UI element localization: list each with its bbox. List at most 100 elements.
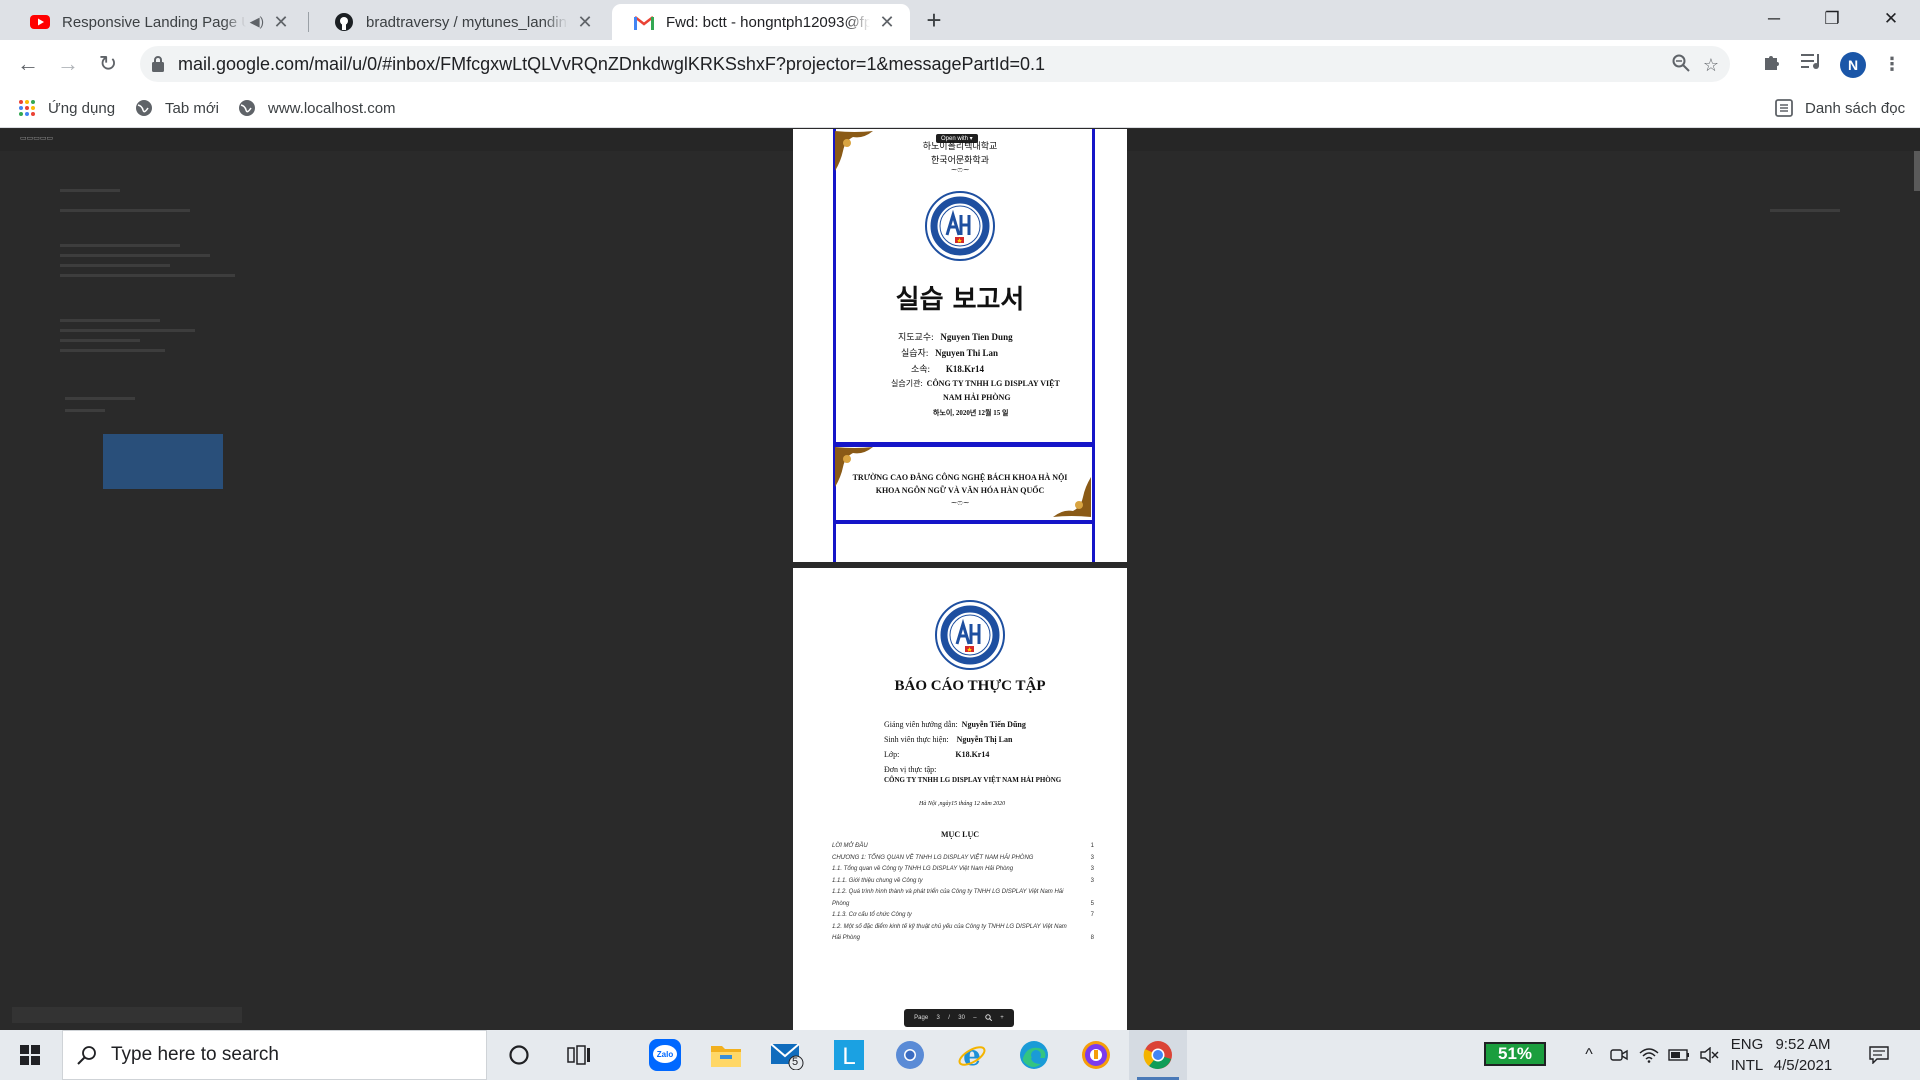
battery-percentage[interactable]: 51% bbox=[1484, 1042, 1546, 1066]
field-student: Sinh viên thực hiện: Nguyễn Thị Lan bbox=[884, 735, 1013, 744]
toc-entry: Phòng 5 bbox=[832, 901, 1094, 907]
report-date-vietnamese: Hà Nội ,ngày15 tháng 12 năm 2020 bbox=[919, 801, 1006, 807]
zoom-in-button[interactable]: + bbox=[1000, 1015, 1004, 1021]
input-language-indicator[interactable]: ENG INTL bbox=[1727, 1034, 1767, 1076]
close-tab-icon[interactable]: ✕ bbox=[576, 12, 594, 33]
page-navigator: Page 3 / 30 – + bbox=[904, 1009, 1014, 1027]
close-tab-icon[interactable]: ✕ bbox=[878, 12, 896, 33]
tab-youtube[interactable]: Responsive Landing Page Us ◀) ✕ bbox=[8, 4, 304, 40]
volume-muted-icon[interactable] bbox=[1696, 1030, 1722, 1080]
profile-avatar[interactable]: N bbox=[1840, 52, 1866, 78]
bookmark-apps[interactable]: Ứng dụng bbox=[18, 88, 115, 128]
dimmed-text-line bbox=[1770, 209, 1840, 212]
close-window-button[interactable]: ✕ bbox=[1862, 0, 1920, 40]
task-view-icon[interactable] bbox=[550, 1030, 608, 1080]
footer-school: TRƯỜNG CAO ĐẲNG CÔNG NGHỆ BÁCH KHOA HÀ N… bbox=[852, 473, 1068, 482]
extensions-icon[interactable] bbox=[1760, 52, 1784, 76]
internet-explorer-icon[interactable]: e bbox=[943, 1030, 1001, 1080]
toc-entry-text: 1.1.3. Cơ cấu tổ chức Công ty bbox=[832, 912, 912, 918]
file-explorer-icon[interactable] bbox=[697, 1030, 755, 1080]
toc-entry: 1.2. Một số đặc điểm kinh tế kỹ thuật ch… bbox=[832, 924, 1094, 930]
wifi-icon[interactable] bbox=[1636, 1030, 1662, 1080]
bookmark-localhost[interactable]: www.localhost.com bbox=[238, 88, 396, 128]
field-class: 소속: K18.Kr14 bbox=[911, 364, 985, 374]
mail-badge: 5 bbox=[792, 1056, 799, 1068]
new-tab-button[interactable]: + bbox=[920, 6, 948, 34]
close-tab-icon[interactable]: ✕ bbox=[272, 12, 290, 33]
show-hidden-icons-chevron[interactable]: ^ bbox=[1576, 1030, 1602, 1080]
restore-button[interactable]: ❐ bbox=[1803, 0, 1861, 40]
vpn-app-icon[interactable] bbox=[1067, 1030, 1125, 1080]
toc-entry-page: 3 bbox=[1090, 854, 1094, 861]
zoom-icon[interactable] bbox=[1670, 54, 1692, 76]
bookmarks-bar: Ứng dụng Tab mới www.localhost.com Danh … bbox=[0, 88, 1920, 128]
toc-entry-text: 1.1. Tổng quan về Công ty TNHH LG DISPLA… bbox=[832, 866, 1014, 872]
ornament-text: ~ෆ~ bbox=[950, 165, 970, 174]
page-current-input[interactable]: 3 bbox=[937, 1015, 940, 1021]
globe-icon bbox=[238, 99, 256, 117]
zoom-out-button[interactable]: – bbox=[973, 1015, 976, 1021]
zoom-icon[interactable] bbox=[985, 1013, 993, 1023]
college-logo bbox=[935, 600, 1005, 670]
system-clock[interactable]: 9:52 AM 4/5/2021 bbox=[1763, 1034, 1843, 1076]
footer-ornament: ~ෆ~ bbox=[950, 498, 970, 507]
field-class: Lớp: K18.Kr14 bbox=[884, 750, 990, 759]
minimize-button[interactable]: ─ bbox=[1745, 0, 1803, 40]
bookmark-newtab[interactable]: Tab mới bbox=[135, 88, 219, 128]
meet-now-icon[interactable] bbox=[1606, 1030, 1632, 1080]
l-app-icon[interactable]: L bbox=[820, 1030, 878, 1080]
reading-list-button[interactable]: Danh sách đọc bbox=[1775, 88, 1905, 128]
toc-entry-text: Hải Phòng bbox=[832, 935, 861, 941]
dimmed-text-line bbox=[60, 319, 160, 322]
tab-title: Responsive Landing Page Us bbox=[62, 13, 246, 31]
edge-browser-icon[interactable] bbox=[1005, 1030, 1063, 1080]
toc-entry-page: 7 bbox=[1090, 912, 1094, 918]
tab-separator bbox=[308, 12, 309, 32]
toc-entry-page: 3 bbox=[1090, 877, 1094, 884]
media-control-icon[interactable] bbox=[1800, 52, 1824, 76]
college-logo bbox=[925, 191, 995, 261]
search-placeholder: Type here to search bbox=[111, 1044, 279, 1065]
lang-secondary: INTL bbox=[1730, 1057, 1764, 1074]
back-button[interactable]: ← bbox=[12, 48, 44, 80]
browser-toolbar: ← → ↻ mail.google.com/mail/u/0/#inbox/FM… bbox=[0, 40, 1920, 88]
dimmed-text-line bbox=[60, 349, 165, 352]
notifications-icon[interactable] bbox=[1864, 1030, 1894, 1080]
reload-button[interactable]: ↻ bbox=[92, 48, 124, 80]
start-button[interactable] bbox=[0, 1030, 60, 1080]
dimmed-text-line bbox=[65, 397, 135, 400]
windows-taskbar: Type here to search Zalo 5 L e 51% ^ ENG… bbox=[0, 1030, 1920, 1080]
toc-entry: 1.1.3. Cơ cấu tổ chức Công ty 7 bbox=[832, 912, 1094, 918]
dimmed-text-line bbox=[60, 254, 210, 257]
address-bar[interactable]: mail.google.com/mail/u/0/#inbox/FMfcgxwL… bbox=[140, 46, 1730, 82]
field-company-cont: NAM HẢI PHÒNG bbox=[943, 393, 1011, 402]
zalo-app-icon[interactable]: Zalo bbox=[636, 1030, 694, 1080]
dimmed-text-line bbox=[60, 189, 120, 192]
cortana-icon[interactable] bbox=[490, 1030, 548, 1080]
toc-entry-page: 3 bbox=[1090, 866, 1094, 872]
dimmed-text-line bbox=[60, 209, 190, 212]
url-text[interactable]: mail.google.com/mail/u/0/#inbox/FMfcgxwL… bbox=[178, 46, 1045, 82]
chrome-browser-icon[interactable] bbox=[1129, 1030, 1187, 1080]
taskbar-search[interactable]: Type here to search bbox=[62, 1030, 487, 1080]
lock-icon[interactable] bbox=[152, 56, 164, 77]
chrome-alt-icon[interactable] bbox=[881, 1030, 939, 1080]
menu-kebab-icon[interactable]: ⋮ bbox=[1880, 52, 1904, 76]
bookmark-label: Danh sách đọc bbox=[1805, 99, 1906, 117]
scrollbar-thumb[interactable] bbox=[1914, 151, 1920, 191]
dimmed-text-line bbox=[12, 1007, 242, 1023]
bookmark-star-icon[interactable]: ☆ bbox=[1700, 54, 1722, 76]
viewer-filename-placeholder: ▭▭▭▭▭ bbox=[20, 135, 54, 142]
mail-app-icon[interactable]: 5 bbox=[758, 1030, 816, 1080]
tab-github[interactable]: bradtraversy / mytunes_landing ✕ bbox=[312, 4, 608, 40]
battery-icon[interactable] bbox=[1666, 1030, 1692, 1080]
toc-entry-page: 8 bbox=[1090, 935, 1094, 941]
field-advisor: 지도교수: Nguyen Tien Dung bbox=[898, 332, 1013, 342]
dimmed-text-line bbox=[60, 244, 180, 247]
tab-gmail[interactable]: Fwd: bctt - hongntph12093@fpt. ✕ bbox=[612, 4, 910, 40]
toc-entry-text: CHƯƠNG 1: TỔNG QUAN VỀ TNHH LG DISPLAY V… bbox=[832, 854, 1034, 861]
speaker-icon[interactable]: ◀) bbox=[250, 14, 264, 30]
toc-entry-text: Phòng bbox=[832, 900, 850, 907]
forward-button[interactable]: → bbox=[52, 48, 84, 80]
svg-text:Zalo: Zalo bbox=[657, 1050, 674, 1059]
